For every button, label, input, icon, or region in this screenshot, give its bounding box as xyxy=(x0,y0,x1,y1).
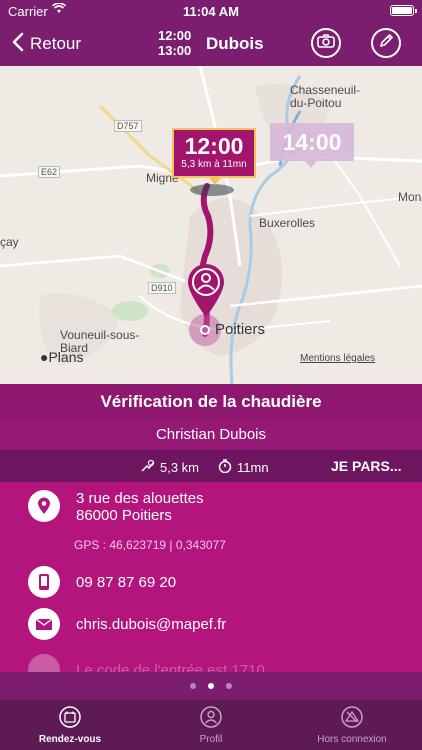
place-mon: Mon xyxy=(398,190,422,204)
end-time: 13:00 xyxy=(158,43,192,58)
contact-details: 3 rue des alouettes 86000 Poitiers GPS :… xyxy=(0,482,422,672)
tab-rendez-vous[interactable]: Rendez-vous xyxy=(0,706,140,745)
route-icon xyxy=(140,459,156,476)
back-button[interactable]: Retour xyxy=(12,32,81,56)
road-label-d757: D757 xyxy=(114,120,142,132)
bubble-info: 5,3 km à 11mn xyxy=(181,159,247,170)
alt-time-bubble[interactable]: 14:00 xyxy=(270,123,354,168)
pencil-icon xyxy=(378,33,394,54)
road-label-e62: E62 xyxy=(38,166,61,178)
address-line1: 3 rue des alouettes xyxy=(76,490,204,507)
duration-info: 11mn xyxy=(218,459,269,476)
page-dot-1[interactable] xyxy=(190,683,196,689)
duration-value: 11mn xyxy=(237,460,269,475)
tab-label-hors-connexion: Hors connexion xyxy=(317,734,387,745)
timer-icon xyxy=(218,459,232,476)
status-bar: Carrier 11:04 AM xyxy=(0,0,422,22)
status-time: 11:04 AM xyxy=(183,4,239,19)
mail-icon xyxy=(28,608,60,640)
start-time: 12:00 xyxy=(158,28,192,43)
departure-time-bubble[interactable]: 12:00 5,3 km à 11mn xyxy=(172,128,256,185)
place-chasseneuil: Chasseneuil-du-Poitou xyxy=(290,83,361,110)
legal-link[interactable]: Mentions légales xyxy=(300,353,375,364)
email-address: chris.dubois@mapef.fr xyxy=(76,616,227,633)
place-poitiers: Poitiers xyxy=(215,321,266,338)
phone-number: 09 87 87 69 20 xyxy=(76,574,177,591)
camera-button[interactable] xyxy=(311,28,341,58)
page-indicator[interactable] xyxy=(0,672,422,700)
tab-label-rendez-vous: Rendez-vous xyxy=(38,734,102,745)
appointment-title: Vérification de la chaudière xyxy=(0,384,422,420)
note-row: Le code de l'entrée est 1710 xyxy=(28,654,265,672)
place-buxerolles: Buxerolles xyxy=(259,216,316,230)
route-summary: 5,3 km 11mn JE PARS... xyxy=(0,450,422,482)
tab-profil[interactable]: Profil xyxy=(141,706,281,745)
distance-value: 5,3 km xyxy=(160,460,200,475)
offline-icon xyxy=(341,706,363,728)
place-ecay: çay xyxy=(0,235,19,249)
top-bar: Carrier 11:04 AM Retour 12:00 13:00 Dubo… xyxy=(0,0,422,66)
map-view[interactable]: D757 E62 D910 Chasseneuil-du-Poitou Mign… xyxy=(0,66,422,384)
header-client-name: Dubois xyxy=(206,34,264,53)
camera-icon xyxy=(317,33,335,53)
page-dot-3[interactable] xyxy=(226,683,232,689)
page-dot-2[interactable] xyxy=(208,683,214,689)
address-row[interactable]: 3 rue des alouettes 86000 Poitiers xyxy=(28,490,204,524)
chevron-left-icon xyxy=(12,32,24,56)
email-row[interactable]: chris.dubois@mapef.fr xyxy=(28,608,226,640)
gps-coordinates: GPS : 46,623719 | 0,343077 xyxy=(74,538,226,552)
maps-brand: ●Plans xyxy=(40,349,84,365)
keypad-icon xyxy=(28,654,60,672)
tab-label-profil: Profil xyxy=(199,734,223,745)
phone-icon xyxy=(28,566,60,598)
road-label-d910: D910 xyxy=(148,282,176,294)
battery-icon xyxy=(390,5,417,16)
entry-code-note: Le code de l'entrée est 1710 xyxy=(76,661,265,673)
phone-row[interactable]: 09 87 87 69 20 xyxy=(28,566,176,598)
address-line2: 86000 Poitiers xyxy=(76,507,172,524)
tab-bar: Rendez-vous Profil Hors connexion xyxy=(0,700,422,750)
maps-brand-label: Plans xyxy=(48,349,84,365)
profile-icon xyxy=(200,706,222,728)
location-pin-icon xyxy=(28,490,60,522)
appointment-hours: 12:00 13:00 xyxy=(158,28,191,58)
distance-info: 5,3 km xyxy=(140,459,199,476)
edit-button[interactable] xyxy=(371,28,401,58)
tab-hors-connexion[interactable]: Hors connexion xyxy=(282,706,422,745)
calendar-icon xyxy=(59,706,81,728)
start-trip-button[interactable]: JE PARS... xyxy=(331,458,402,474)
client-name: Christian Dubois xyxy=(0,420,422,450)
bubble-time: 12:00 xyxy=(184,133,244,159)
back-label: Retour xyxy=(30,34,82,53)
